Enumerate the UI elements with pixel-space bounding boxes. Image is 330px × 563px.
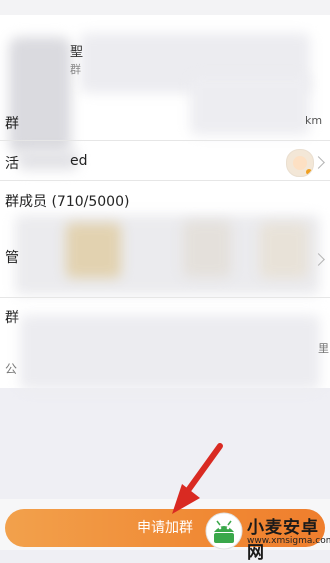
member-avatar[interactable]: [260, 223, 308, 278]
avatar-face-icon: [293, 156, 307, 170]
manage-label-char: 管: [5, 250, 19, 266]
intro-line-char: 公: [5, 362, 18, 376]
group-avatar[interactable]: [9, 37, 71, 153]
red-arrow-icon: [172, 443, 223, 514]
android-logo-icon: [205, 512, 243, 550]
watermark-url: www.xmsigma.com: [247, 536, 330, 546]
creator-name-blurred: [18, 150, 78, 170]
divider: [0, 180, 330, 181]
chevron-right-icon[interactable]: [312, 156, 325, 169]
divider: [0, 297, 330, 298]
intro-label-char: 群: [5, 310, 19, 326]
member-avatar[interactable]: [183, 221, 231, 277]
group-info-card: 聖 群 群 km 活 ed 群成员 (710/5000) 管 群 公 里: [0, 15, 330, 390]
group-sub-char: 群: [70, 63, 81, 76]
intro-text-blurred: [20, 315, 320, 390]
row-label-char: 活: [5, 156, 19, 172]
divider: [0, 140, 330, 141]
distance-suffix: km: [305, 114, 323, 127]
group-name-char: 聖: [70, 45, 84, 60]
location-label-char: 群: [5, 116, 19, 132]
watermark: 小麦安卓网 www.xmsigma.com: [205, 512, 330, 563]
member-avatar[interactable]: [66, 223, 121, 278]
intro-right-char: 里: [318, 342, 329, 355]
creator-avatar[interactable]: [286, 149, 314, 177]
group-id-blurred: [190, 75, 310, 135]
badge-dot-icon: [306, 169, 312, 175]
members-label: 群成员 (710/5000): [5, 194, 130, 210]
creator-name-partial: ed: [70, 153, 88, 169]
top-strip: [0, 0, 330, 15]
